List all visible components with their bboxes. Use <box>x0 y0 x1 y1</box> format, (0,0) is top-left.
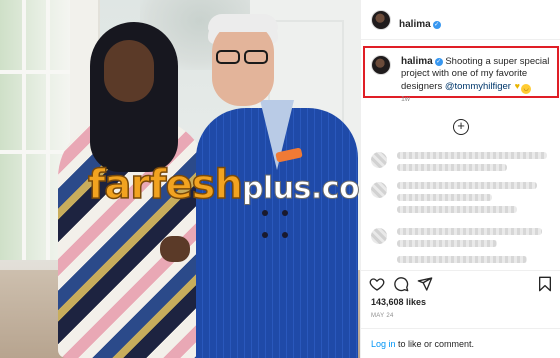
blurred-comment <box>397 228 542 235</box>
avatar[interactable] <box>371 10 391 30</box>
login-prompt-text: to like or comment. <box>395 339 475 349</box>
plus-circle-icon[interactable]: + <box>453 119 469 135</box>
blurred-comment <box>397 164 507 171</box>
caption-avatar[interactable] <box>371 55 391 75</box>
watermark-main: farfesh <box>87 161 243 209</box>
action-bar <box>361 270 560 300</box>
blurred-comment <box>397 194 492 201</box>
yellow-heart-emoji-icon: ♥ <box>514 81 520 91</box>
header-username-wrap: halima ✓ <box>399 14 441 32</box>
man-hair <box>208 14 278 32</box>
post-side-panel: halima ✓ halima ✓ Shooting a super special… <box>360 0 560 358</box>
comment-icon[interactable] <box>393 276 409 292</box>
caption-username[interactable]: halima <box>401 56 433 67</box>
heart-icon[interactable] <box>369 276 385 292</box>
header-username[interactable]: halima <box>399 19 431 30</box>
window-frame <box>22 0 26 260</box>
suit-button <box>262 232 268 238</box>
caption-text: halima ✓ Shooting a super special project… <box>401 56 555 94</box>
blurred-comment-avatar <box>371 152 387 168</box>
window-frame <box>46 0 50 260</box>
window-frame <box>0 150 70 154</box>
smile-emoji-icon: ◡ <box>520 84 531 94</box>
login-link[interactable]: Log in <box>371 339 396 349</box>
blurred-comment <box>397 182 537 189</box>
post-date[interactable]: MAY 24 <box>371 313 394 319</box>
verified-badge-icon: ✓ <box>434 58 443 66</box>
caption-mention-link[interactable]: @tommyhilfiger <box>445 81 511 92</box>
watermark-tail: plus.com <box>241 171 360 207</box>
login-prompt: Log in to like or comment. <box>361 328 560 358</box>
post-photo[interactable]: farfeshplus.com <box>0 0 360 358</box>
like-count[interactable]: 143,608 likes <box>371 297 426 307</box>
man-face <box>212 22 274 106</box>
blurred-comment-avatar <box>371 228 387 244</box>
share-icon[interactable] <box>417 276 433 292</box>
suit-button <box>282 232 288 238</box>
woman-face <box>104 40 154 102</box>
man-glasses <box>214 50 272 64</box>
watermark-logo: farfeshplus.com <box>87 161 360 209</box>
suit-button <box>282 210 288 216</box>
woman-hand <box>160 236 190 262</box>
blurred-comment <box>397 206 517 213</box>
verified-badge-icon: ✓ <box>432 21 441 29</box>
blurred-comment <box>397 240 497 247</box>
caption-timestamp[interactable]: 1w <box>401 96 410 103</box>
window-frame <box>0 70 70 74</box>
blurred-comment-avatar <box>371 182 387 198</box>
blurred-comment <box>397 152 547 159</box>
post-header: halima ✓ <box>361 0 560 40</box>
suit-button <box>262 210 268 216</box>
bookmark-icon[interactable] <box>537 276 553 292</box>
blurred-comment <box>397 256 527 263</box>
